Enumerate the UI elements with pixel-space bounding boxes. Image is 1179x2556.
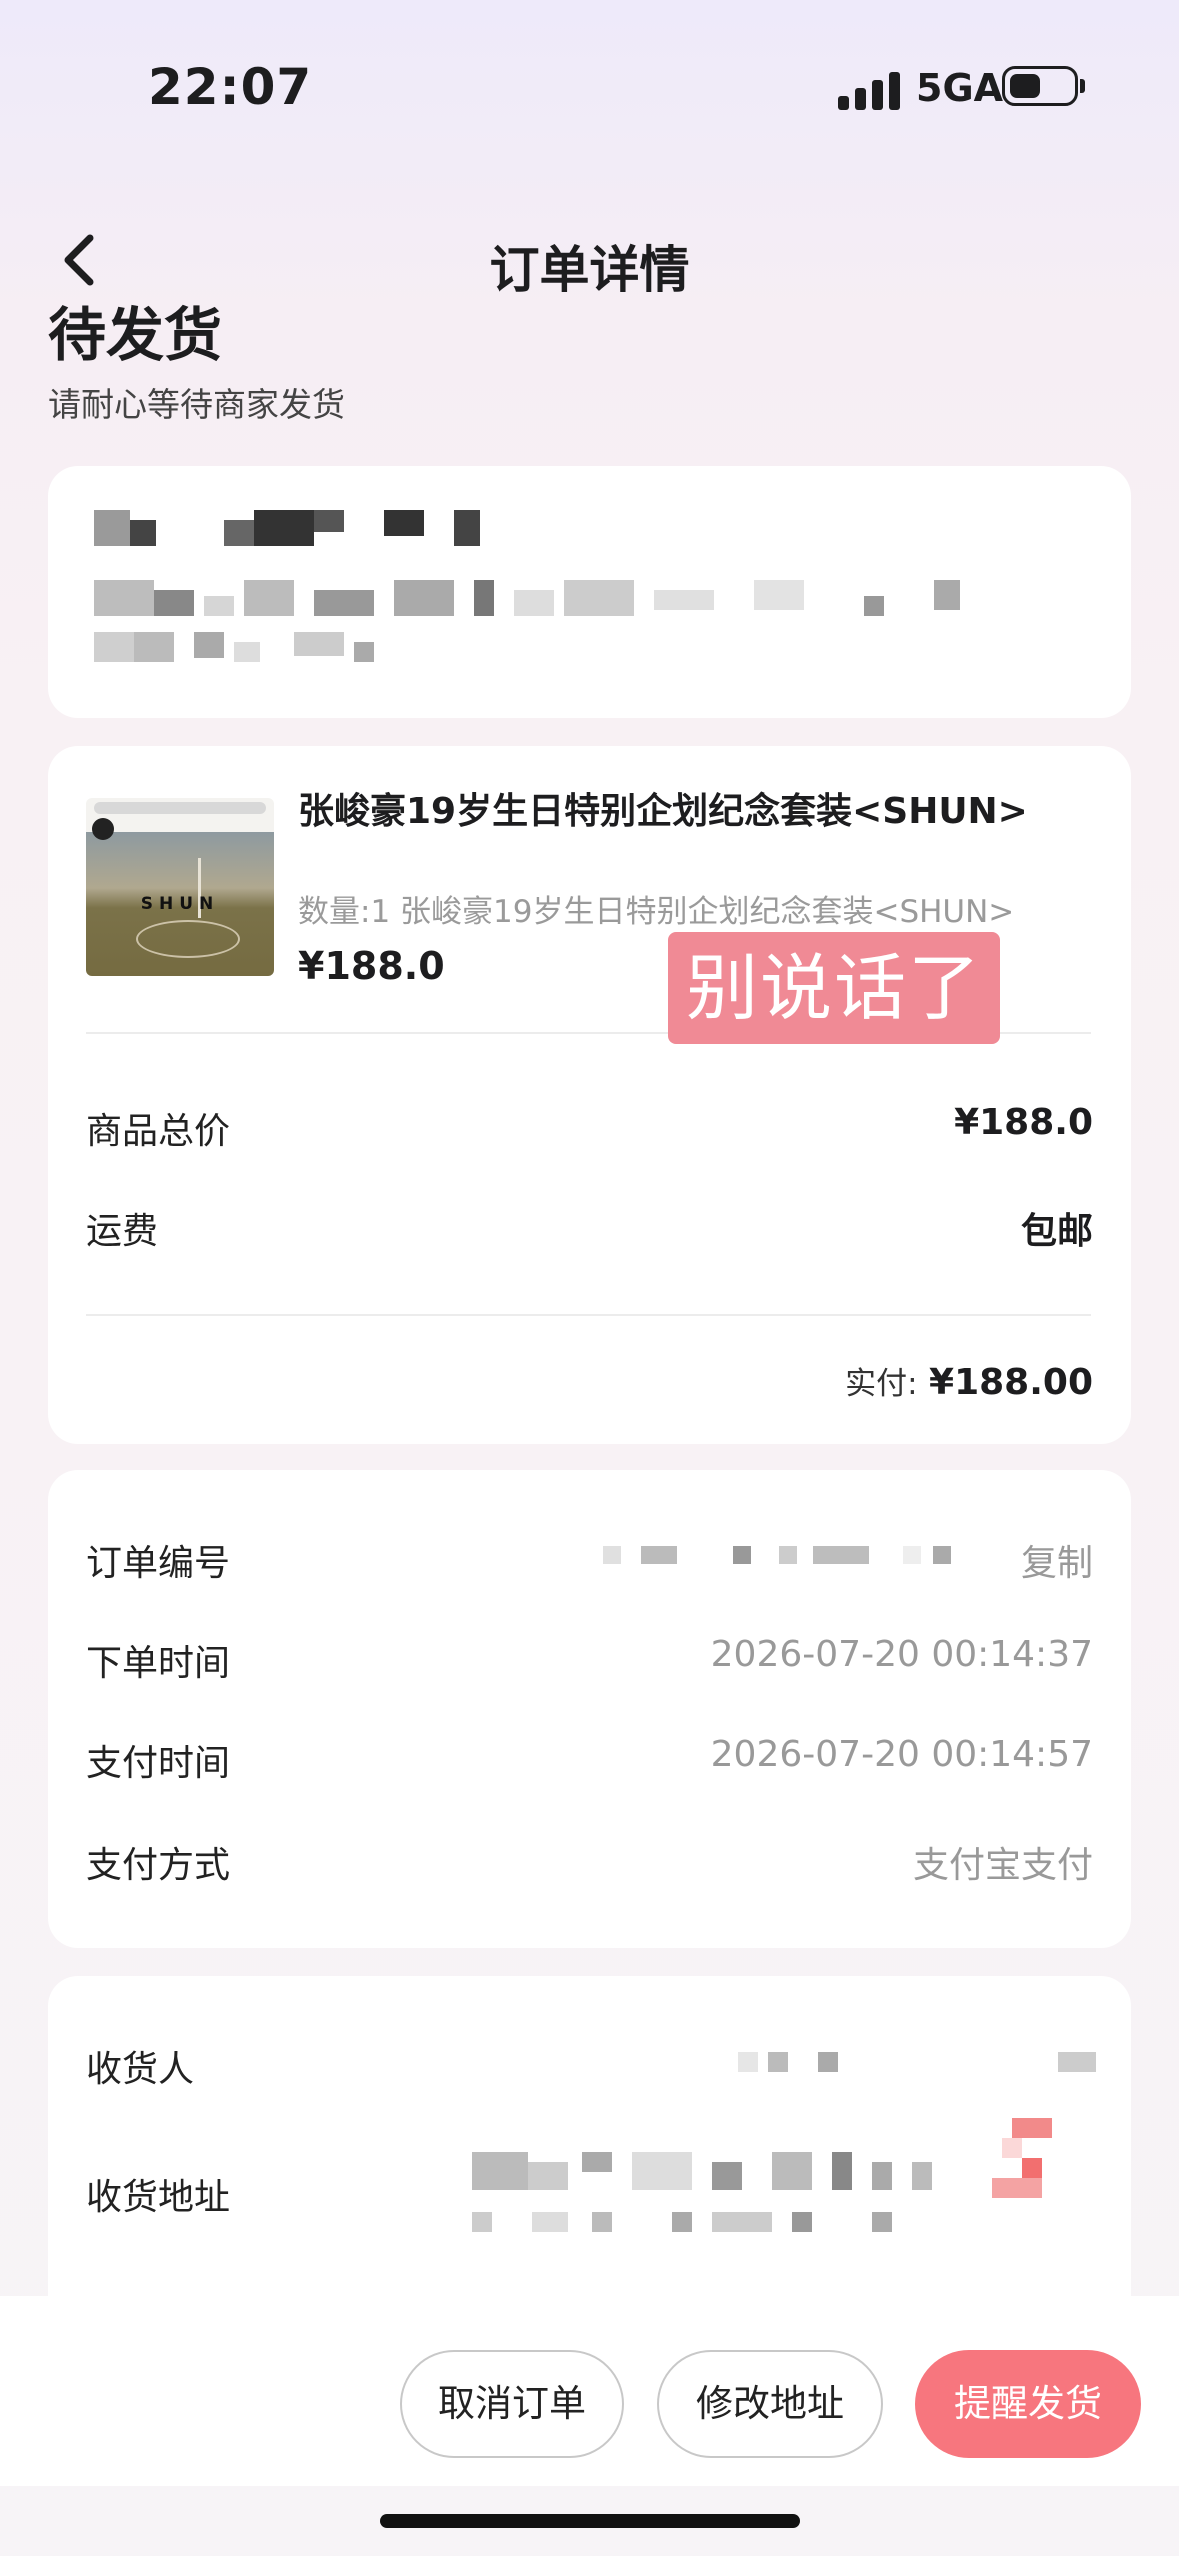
product-card: SHUN 张峻豪19岁生日特别企划纪念套装<SHUN> 数量:1 张峻豪19岁生… bbox=[48, 746, 1131, 1444]
paid-total: 实付: ¥188.00 bbox=[845, 1358, 1093, 1403]
subtotal-label: 商品总价 bbox=[86, 1111, 231, 1152]
cancel-order-button[interactable]: 取消订单 bbox=[400, 2350, 624, 2458]
recipient-card: 收货人 收货地址 bbox=[48, 1976, 1131, 2336]
paid-value: ¥188.00 bbox=[929, 1362, 1093, 1403]
shipping-value: 包邮 bbox=[1020, 1211, 1093, 1252]
sticker-text: 别说话了 bbox=[668, 932, 1000, 1044]
divider bbox=[86, 1314, 1091, 1316]
order-info-card: 订单编号 复制 下单时间 2026-07-20 00:14:37 支付时间 20… bbox=[48, 1470, 1131, 1948]
address-label: 收货地址 bbox=[86, 2177, 231, 2218]
order-number-label: 订单编号 bbox=[86, 1543, 231, 1584]
address-card[interactable] bbox=[48, 466, 1131, 718]
battery-icon bbox=[1002, 66, 1078, 106]
network-type: 5GA bbox=[916, 66, 1004, 110]
order-time-label: 下单时间 bbox=[86, 1643, 231, 1684]
battery-tip bbox=[1080, 79, 1085, 93]
product-image[interactable]: SHUN bbox=[86, 798, 274, 976]
shipping-label: 运费 bbox=[86, 1211, 159, 1252]
pay-method-value: 支付宝支付 bbox=[912, 1845, 1093, 1886]
pay-time-label: 支付时间 bbox=[86, 1743, 231, 1784]
home-indicator bbox=[380, 2514, 800, 2528]
product-title[interactable]: 张峻豪19岁生日特别企划纪念套装<SHUN> bbox=[298, 786, 1078, 838]
order-status-title: 待发货 bbox=[48, 301, 223, 369]
product-image-word: SHUN bbox=[140, 894, 220, 914]
order-status-subtitle: 请耐心等待商家发货 bbox=[48, 385, 345, 424]
product-spec: 数量:1 张峻豪19岁生日特别企划纪念套装<SHUN> bbox=[298, 894, 1015, 930]
subtotal-value: ¥188.0 bbox=[954, 1102, 1093, 1143]
pay-time-value: 2026-07-20 00:14:57 bbox=[710, 1734, 1093, 1775]
paid-label: 实付: bbox=[845, 1366, 918, 1402]
pay-method-label: 支付方式 bbox=[86, 1845, 231, 1886]
status-time: 22:07 bbox=[148, 58, 313, 116]
recipient-name-label: 收货人 bbox=[86, 2049, 195, 2090]
modify-address-button[interactable]: 修改地址 bbox=[657, 2350, 883, 2458]
order-time-value: 2026-07-20 00:14:37 bbox=[710, 1634, 1093, 1675]
copy-order-number-button[interactable]: 复制 bbox=[1021, 1534, 1093, 1586]
remind-shipping-button[interactable]: 提醒发货 bbox=[915, 2350, 1141, 2458]
signal-icon bbox=[838, 68, 902, 110]
product-price: ¥188.0 bbox=[298, 944, 445, 988]
